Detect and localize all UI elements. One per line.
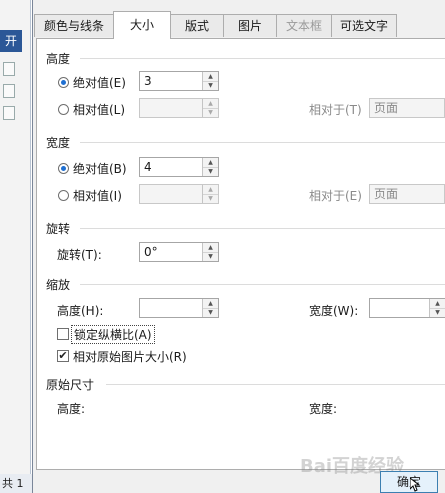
height-absolute-value[interactable]: 3 [144, 74, 152, 88]
tab-size[interactable]: 大小 [113, 11, 171, 39]
relative-original-label: 相对原始图片大小(R) [73, 350, 187, 364]
app-status-page-count: 共 1 [0, 474, 32, 493]
rotation-value[interactable]: 0° [144, 245, 158, 259]
original-size-section-title: 原始尺寸 [46, 378, 95, 392]
scale-section-divider [80, 284, 445, 285]
relative-original-checkbox[interactable]: ✔ [57, 350, 69, 362]
height-relative-label: 相对值(L) [73, 103, 126, 117]
spin-down-icon[interactable]: ▼ [430, 308, 445, 317]
height-section-divider [80, 58, 445, 59]
height-absolute-radio[interactable] [58, 77, 69, 88]
height-relative-to-select: 页面 [369, 98, 445, 118]
height-relative-radio[interactable] [58, 104, 69, 115]
width-section-divider [80, 142, 445, 143]
spin-down-icon[interactable]: ▼ [203, 252, 218, 261]
height-section-title: 高度 [46, 52, 71, 66]
original-width-label: 宽度: [309, 402, 338, 416]
width-relative-to-select: 页面 [369, 184, 445, 204]
height-relative-spinner: ▲ ▼ [139, 98, 219, 118]
tab-picture[interactable]: 图片 [223, 14, 277, 37]
original-height-label: 高度: [57, 402, 86, 416]
spinner-buttons: ▲ ▼ [202, 158, 218, 176]
width-absolute-value[interactable]: 4 [144, 160, 152, 174]
tab-alt-text[interactable]: 可选文字 [331, 14, 397, 37]
tab-layout[interactable]: 版式 [170, 14, 224, 37]
spinner-buttons: ▲ ▼ [202, 72, 218, 90]
spinner-buttons: ▲ ▼ [202, 299, 218, 317]
tab-textbox: 文本框 [276, 14, 332, 37]
spin-down-icon[interactable]: ▼ [203, 81, 218, 90]
app-tool-icon [3, 106, 15, 120]
width-absolute-spinner[interactable]: 4 ▲ ▼ [139, 157, 219, 177]
width-relative-radio[interactable] [58, 190, 69, 201]
spin-down-icon: ▼ [208, 195, 213, 202]
width-section-title: 宽度 [46, 136, 71, 150]
original-size-section-divider [106, 384, 445, 385]
width-relative-label: 相对值(I) [73, 189, 122, 203]
mouse-cursor-icon [410, 478, 420, 492]
height-absolute-label: 绝对值(E) [73, 76, 126, 90]
width-absolute-radio[interactable] [58, 163, 69, 174]
tab-colors-lines[interactable]: 颜色与线条 [34, 14, 114, 37]
rotation-label: 旋转(T): [57, 248, 102, 262]
scale-section-title: 缩放 [46, 278, 71, 292]
scale-width-spinner[interactable]: ▲ ▼ [369, 298, 445, 318]
height-absolute-spinner[interactable]: 3 ▲ ▼ [139, 71, 219, 91]
rotation-spinner[interactable]: 0° ▲ ▼ [139, 242, 219, 262]
spinner-buttons: ▲ ▼ [202, 243, 218, 261]
lock-aspect-label[interactable]: 锁定纵横比(A) [71, 325, 155, 344]
spin-down-icon[interactable]: ▼ [203, 167, 218, 176]
spin-down-icon: ▼ [208, 109, 213, 116]
width-relative-spinner: ▲ ▼ [139, 184, 219, 204]
spinner-buttons: ▲ ▼ [202, 185, 218, 203]
ok-button[interactable]: 确定 [380, 471, 438, 493]
height-relative-to-label: 相对于(T) [309, 103, 362, 117]
ribbon-tab-start[interactable]: 开 [0, 30, 22, 52]
spinner-buttons: ▲ ▼ [429, 299, 445, 317]
scale-height-spinner[interactable]: ▲ ▼ [139, 298, 219, 318]
spin-down-icon[interactable]: ▼ [203, 308, 218, 317]
app-tool-icon [3, 62, 15, 76]
scale-height-label: 高度(H): [57, 304, 104, 318]
lock-aspect-checkbox[interactable] [57, 328, 69, 340]
rotation-section-divider [80, 228, 445, 229]
width-absolute-label: 绝对值(B) [73, 162, 127, 176]
rotation-section-title: 旋转 [46, 222, 71, 236]
app-tool-icon [3, 84, 15, 98]
scale-width-label: 宽度(W): [309, 304, 359, 318]
width-relative-to-label: 相对于(E) [309, 189, 362, 203]
spinner-buttons: ▲ ▼ [202, 99, 218, 117]
